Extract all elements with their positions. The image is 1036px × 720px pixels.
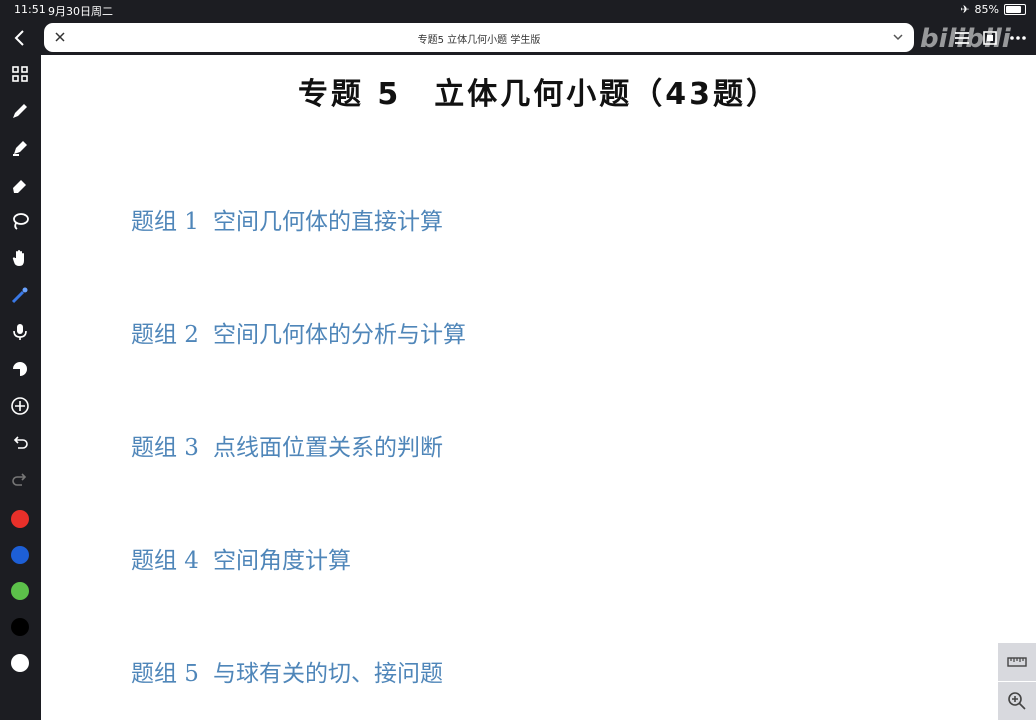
group-heading: 题组 4 空间角度计算 xyxy=(131,541,351,575)
left-toolbar xyxy=(0,20,40,720)
color-swatch[interactable] xyxy=(11,582,29,600)
chevron-down-icon[interactable] xyxy=(892,31,904,43)
pen-icon[interactable] xyxy=(8,99,32,123)
laser-pointer-icon[interactable] xyxy=(8,283,32,307)
highlighter-icon[interactable] xyxy=(8,136,32,160)
top-right-icons xyxy=(952,28,1028,48)
status-time: 11:51 xyxy=(14,3,46,16)
status-date: 9月30日周二 xyxy=(48,5,113,18)
back-icon[interactable] xyxy=(8,26,32,50)
more-icon[interactable] xyxy=(1008,28,1028,48)
eraser-icon[interactable] xyxy=(8,173,32,197)
status-right: ✈ 85% xyxy=(960,3,1026,16)
color-swatch[interactable] xyxy=(11,546,29,564)
battery-icon xyxy=(1004,4,1026,15)
airplane-icon: ✈ xyxy=(960,3,970,16)
status-bar: 11:51 9月30日周二 ✈ 85% xyxy=(0,0,1036,20)
color-swatch[interactable] xyxy=(11,510,29,528)
hand-icon[interactable] xyxy=(8,246,32,270)
ruler-button[interactable] xyxy=(998,643,1036,681)
group-label: 题组 2 xyxy=(131,322,199,348)
undo-icon[interactable] xyxy=(8,430,32,454)
group-heading: 题组 5 与球有关的切、接问题 xyxy=(131,654,443,688)
group-label: 题组 3 xyxy=(131,435,199,461)
tab-title: 专题5 立体几何小题 学生版 xyxy=(417,35,541,46)
group-label: 题组 1 xyxy=(131,209,199,235)
ruler-icon xyxy=(1007,657,1027,667)
document-page: 专题 5 立体几何小题（43题） 题组 1 空间几何体的直接计算题组 2 空间几何体… xyxy=(41,55,1036,720)
group-text: 空间几何体的直接计算 xyxy=(212,209,443,235)
group-text: 空间角度计算 xyxy=(212,548,351,574)
group-text: 点线面位置关系的判断 xyxy=(212,435,443,461)
group-label: 题组 5 xyxy=(131,661,199,687)
zoom-button[interactable] xyxy=(998,682,1036,720)
zoom-in-icon xyxy=(1008,692,1026,710)
battery-percent: 85% xyxy=(974,3,999,16)
microphone-icon[interactable] xyxy=(8,320,32,344)
pages-icon[interactable] xyxy=(980,28,1000,48)
group-label: 题组 4 xyxy=(131,548,199,574)
group-heading: 题组 1 空间几何体的直接计算 xyxy=(131,202,443,236)
group-heading: 题组 2 空间几何体的分析与计算 xyxy=(131,315,466,349)
outline-icon[interactable] xyxy=(952,28,972,48)
lasso-icon[interactable] xyxy=(8,209,32,233)
grid-icon[interactable] xyxy=(8,62,32,86)
document-tab[interactable]: 专题5 立体几何小题 学生版 xyxy=(44,23,914,52)
color-swatch[interactable] xyxy=(11,618,29,636)
sticker-icon[interactable] xyxy=(8,357,32,381)
group-heading: 题组 3 点线面位置关系的判断 xyxy=(131,428,443,462)
page-title: 专题 5 立体几何小题（43题） xyxy=(297,77,780,112)
group-text: 与球有关的切、接问题 xyxy=(212,661,443,687)
add-icon[interactable] xyxy=(8,394,32,418)
redo-icon[interactable] xyxy=(8,467,32,491)
color-swatch[interactable] xyxy=(11,654,29,672)
group-text: 空间几何体的分析与计算 xyxy=(212,322,466,348)
